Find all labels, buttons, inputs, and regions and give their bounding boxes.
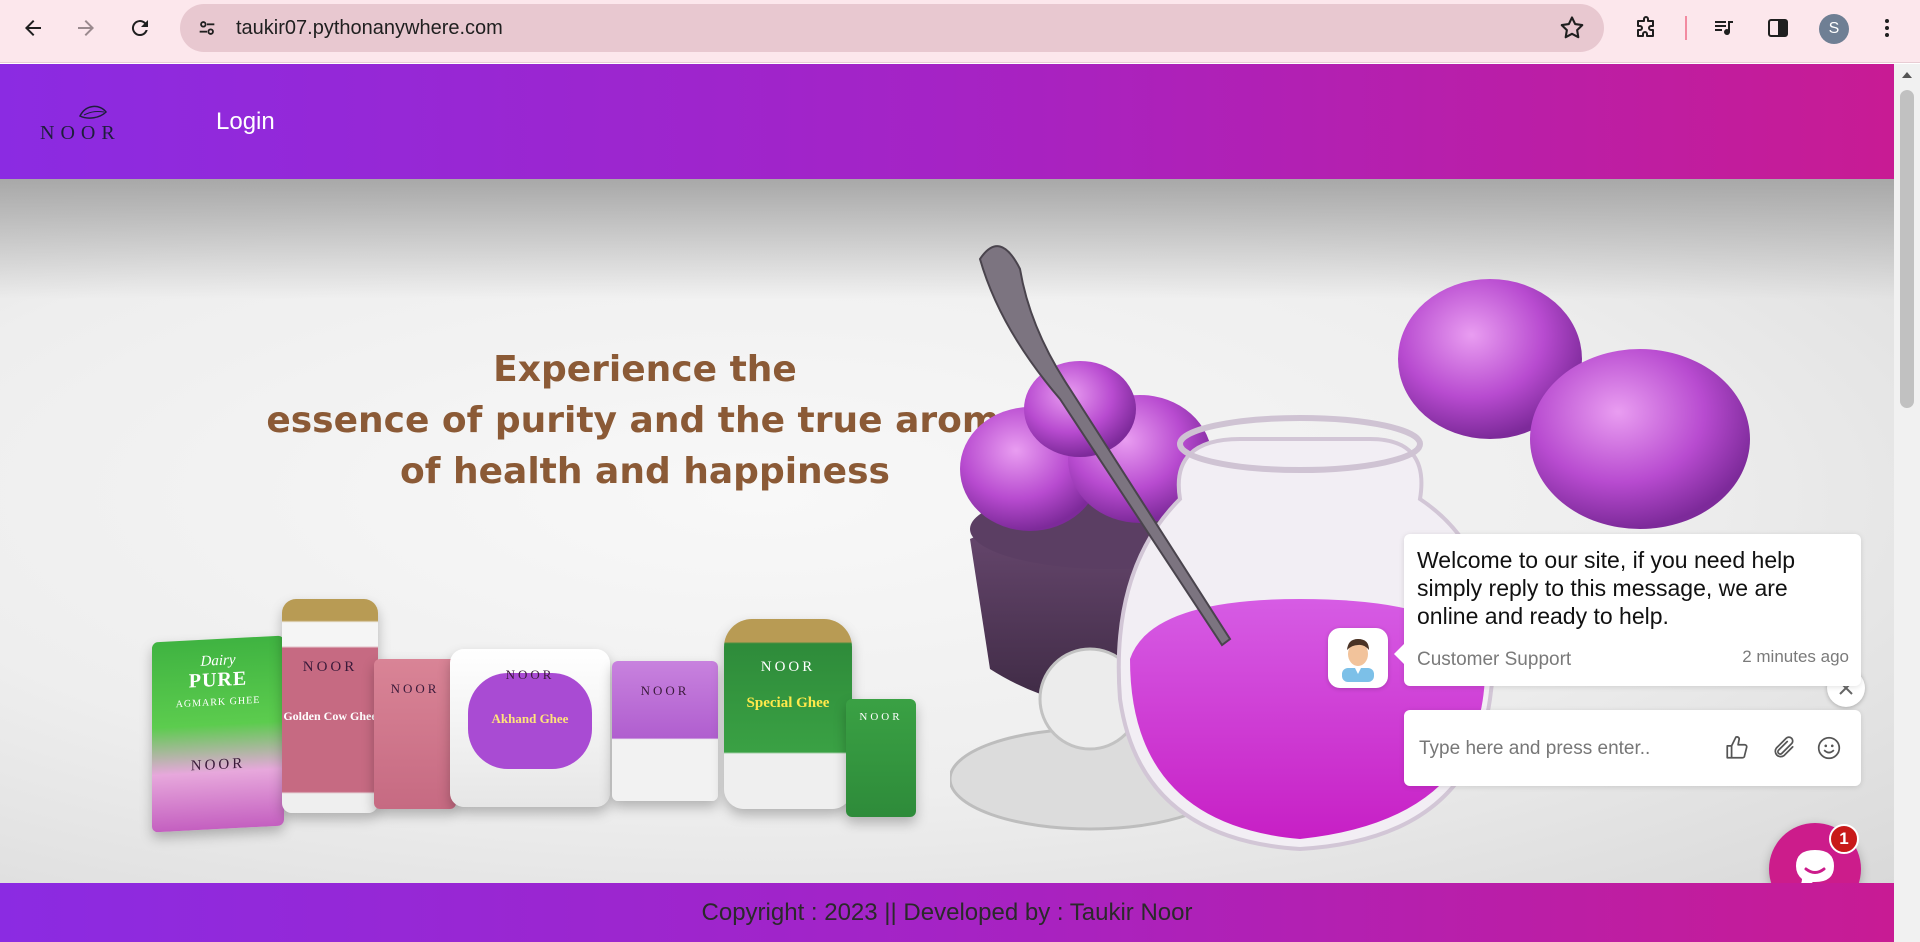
golden-jar-noor: NOOR xyxy=(302,659,358,675)
url-text[interactable]: taukir07.pythonanywhere.com xyxy=(236,17,503,40)
reload-button[interactable] xyxy=(121,9,159,47)
chat-emoji-button[interactable] xyxy=(1813,732,1845,764)
chat-message-text: Welcome to our site, if you need help si… xyxy=(1417,547,1796,629)
site-info-button[interactable] xyxy=(190,11,224,45)
dairy-sub: AGMARK GHEE xyxy=(175,694,261,711)
akhand-box-noor: NOOR xyxy=(640,683,690,698)
akhand-pouch-label: Akhand Ghee xyxy=(491,711,569,726)
product-lineup: Dairy PURE AGMARK GHEE NOOR NOOR Golden … xyxy=(150,599,930,883)
chat-author: Customer Support xyxy=(1417,649,1572,670)
chat-message-bubble: Welcome to our site, if you need help si… xyxy=(1394,534,1861,686)
footer-copyright: Copyright : 2023 || Developed by : Tauki… xyxy=(701,899,1193,926)
support-agent-avatar xyxy=(1328,628,1388,688)
headline-line-3: of health and happiness xyxy=(400,451,890,492)
dairy-pure-box: Dairy PURE AGMARK GHEE NOOR xyxy=(152,635,284,833)
golden-cow-jar: NOOR Golden Cow Ghee xyxy=(282,599,378,813)
nav-login-link[interactable]: Login xyxy=(216,108,275,136)
browser-toolbar: taukir07.pythonanywhere.com S xyxy=(0,0,1920,63)
back-button[interactable] xyxy=(14,9,52,47)
side-panel-icon xyxy=(1768,19,1788,37)
media-controls-button[interactable] xyxy=(1705,9,1743,47)
special-jar-noor: NOOR xyxy=(760,659,816,675)
smiley-icon xyxy=(1817,736,1841,760)
page-scrollbar[interactable] xyxy=(1894,64,1920,942)
extensions-button[interactable] xyxy=(1627,9,1665,47)
site-footer: Copyright : 2023 || Developed by : Tauki… xyxy=(0,883,1894,942)
leaf-logo-icon xyxy=(78,105,107,119)
site-header: NOOR Login xyxy=(0,64,1894,179)
special-jar-label: Special Ghee xyxy=(746,695,830,711)
akhand-ghee-pouch: NOOR Akhand Ghee xyxy=(450,649,610,807)
dairy-noor-label: NOOR xyxy=(190,755,246,775)
special-ghee-jar: NOOR Special Ghee xyxy=(724,619,852,809)
chat-timestamp: 2 minutes ago xyxy=(1742,647,1849,666)
special-ghee-pouch: NOOR xyxy=(846,699,916,817)
chat-message-input[interactable] xyxy=(1417,730,1711,768)
thumbs-up-icon xyxy=(1726,736,1748,759)
hero-headline: Experience the essence of purity and the… xyxy=(230,344,1060,497)
profile-avatar[interactable]: S xyxy=(1819,14,1849,44)
headline-line-1: Experience the xyxy=(493,349,797,390)
golden-cow-pouch: NOOR xyxy=(374,659,456,809)
chat-attach-button[interactable] xyxy=(1768,732,1800,764)
agent-face-icon xyxy=(1342,639,1374,682)
scroll-up-arrow[interactable] xyxy=(1902,72,1912,78)
golden-jar-label: Golden Cow Ghee xyxy=(283,709,377,723)
address-bar[interactable]: taukir07.pythonanywhere.com xyxy=(180,4,1604,52)
more-vertical-icon xyxy=(1885,19,1889,37)
noor-logo[interactable]: NOOR xyxy=(40,102,148,146)
scrollbar-thumb[interactable] xyxy=(1900,90,1914,408)
chat-input-box xyxy=(1404,710,1861,786)
special-pouch-noor: NOOR xyxy=(859,711,903,723)
puzzle-icon xyxy=(1637,16,1654,37)
chat-like-button[interactable] xyxy=(1721,732,1753,764)
tune-icon xyxy=(199,21,215,35)
headline-line-2: essence of purity and the true aroma xyxy=(266,400,1024,441)
logo-text: NOOR xyxy=(40,122,121,144)
queue-music-icon xyxy=(1715,21,1733,36)
arrow-right-icon xyxy=(78,20,94,36)
reload-icon xyxy=(131,20,148,37)
hero-banner: Experience the essence of purity and the… xyxy=(0,179,1894,883)
side-panel-button[interactable] xyxy=(1759,9,1797,47)
arrow-left-icon xyxy=(25,20,41,36)
browser-menu-button[interactable] xyxy=(1868,9,1906,47)
unread-badge: 1 xyxy=(1829,824,1859,854)
akhand-ghee-box: NOOR xyxy=(612,661,718,801)
paperclip-icon xyxy=(1774,736,1794,758)
golden-pouch-noor: NOOR xyxy=(390,681,440,696)
akhand-pouch-noor: NOOR xyxy=(505,667,555,682)
bookmark-star-icon[interactable] xyxy=(1558,14,1586,42)
forward-button[interactable] xyxy=(67,9,105,47)
toolbar-divider xyxy=(1685,16,1687,40)
